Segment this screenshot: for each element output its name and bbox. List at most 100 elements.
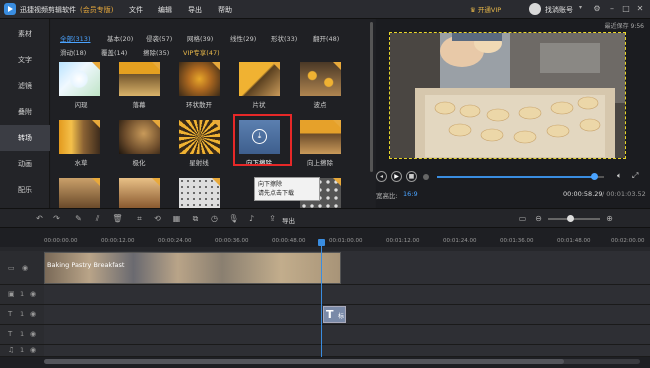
fullscreen-icon[interactable]: ⤢	[632, 171, 638, 181]
loop-icon[interactable]	[423, 174, 429, 180]
export-icon[interactable]: ⇪	[267, 213, 278, 224]
sidebar-item-text[interactable]: 文字	[0, 47, 50, 73]
sidebar-item-filters[interactable]: 滤镜	[0, 73, 50, 99]
prev-frame-button[interactable]: ◂	[376, 171, 387, 182]
timeline-ruler[interactable]: 00:00:00.00 00:00:12.00 00:00:24.00 00:0…	[44, 231, 650, 247]
export-button[interactable]: 导出	[282, 215, 295, 225]
video-clip[interactable]: Baking Pastry Breakfast	[44, 252, 341, 284]
close-icon[interactable]: ✕	[635, 3, 645, 15]
track-number: 1	[20, 290, 25, 298]
minimize-icon[interactable]: –	[607, 3, 617, 15]
vip-button[interactable]: ♛ 开通VIP	[470, 4, 516, 15]
app-logo-icon	[4, 3, 16, 15]
transition-thumb-dots[interactable]	[300, 62, 341, 96]
text-clip[interactable]: T 标	[323, 306, 346, 323]
category-vip[interactable]: VIP专享(47)	[183, 47, 220, 57]
playhead-handle[interactable]	[318, 239, 325, 246]
volume-icon[interactable]: 🔈︎	[617, 171, 622, 181]
chevron-down-icon[interactable]: ▾	[579, 4, 582, 11]
transition-thumb-ring[interactable]	[179, 62, 220, 96]
transition-thumb-partial[interactable]	[59, 178, 100, 208]
transition-thumb-partial[interactable]	[179, 178, 220, 208]
aspect-ratio-label: 宽高比:	[376, 192, 398, 200]
transition-thumb-partial[interactable]	[119, 178, 160, 208]
transition-thumb-flash[interactable]	[59, 62, 100, 96]
settings-icon[interactable]: ⚙	[592, 3, 602, 15]
timeline-scrollbar-thumb[interactable]	[44, 359, 564, 364]
ruler-tick: 00:01:24.00	[443, 238, 477, 244]
audio-icon[interactable]: ♪	[246, 213, 257, 224]
fit-timeline-icon[interactable]: ▭	[517, 213, 528, 224]
aspect-ratio-value[interactable]: 16:9	[403, 190, 418, 198]
zoom-in-icon[interactable]: ⊕	[604, 213, 615, 224]
text-track[interactable]: T 标	[44, 305, 650, 325]
stop-button[interactable]: ■	[406, 171, 417, 182]
category-grid[interactable]: 网格(39)	[187, 33, 213, 43]
microphone-icon[interactable]: 🎙︎	[228, 213, 239, 224]
category-flip[interactable]: 翻开(48)	[313, 33, 339, 43]
sidebar-item-music[interactable]: 配乐	[0, 177, 50, 203]
redo-icon[interactable]: ↷	[51, 213, 62, 224]
subtitle-track[interactable]	[44, 325, 650, 345]
eye-icon[interactable]: ◉	[30, 346, 36, 354]
preview-progress-knob[interactable]	[590, 173, 598, 180]
preview-progress-track[interactable]	[437, 173, 604, 180]
category-slide[interactable]: 滑动(18)	[60, 47, 86, 57]
category-shape[interactable]: 形状(33)	[271, 33, 297, 43]
video-track[interactable]: Baking Pastry Breakfast	[44, 251, 650, 285]
audio-track-icon: ▣	[8, 290, 15, 298]
transition-thumb-starburst[interactable]	[179, 120, 220, 154]
sidebar-item-animation[interactable]: 动画	[0, 151, 50, 177]
mosaic-icon[interactable]: ▦	[171, 213, 182, 224]
transition-thumb-sheet[interactable]	[239, 62, 280, 96]
edit-icon[interactable]: ✎	[73, 213, 84, 224]
category-all[interactable]: 全部(313)	[60, 33, 90, 43]
maximize-icon[interactable]: □	[621, 3, 631, 15]
music-track[interactable]	[44, 345, 650, 357]
avatar[interactable]	[529, 3, 541, 15]
account-label[interactable]: 找淌账号	[545, 5, 573, 15]
transition-label: 片状	[252, 101, 266, 109]
split-icon[interactable]: ⫽	[92, 213, 103, 224]
transition-tooltip: 向下擦除 请先点击下载	[254, 177, 320, 201]
category-linear[interactable]: 线性(29)	[230, 33, 256, 43]
freeze-icon[interactable]: ⧉	[190, 213, 201, 224]
video-preview[interactable]	[389, 32, 626, 159]
eye-icon[interactable]: ◉	[30, 330, 36, 338]
transition-thumb-curtain[interactable]	[119, 62, 160, 96]
delete-icon[interactable]: 🗑︎	[112, 213, 123, 224]
sidebar-item-transitions[interactable]: 转场	[0, 125, 50, 151]
sidebar-item-media[interactable]: 素材	[0, 21, 50, 47]
category-cover[interactable]: 覆盖(14)	[101, 47, 127, 57]
transition-thumb-polar[interactable]	[119, 120, 160, 154]
menu-help[interactable]: 帮助	[218, 5, 232, 15]
eye-icon[interactable]: ◉	[30, 310, 36, 318]
menu-export[interactable]: 导出	[188, 5, 202, 15]
category-invade[interactable]: 侵袭(57)	[146, 33, 172, 43]
library-scrollbar[interactable]	[370, 22, 373, 172]
menu-edit[interactable]: 编辑	[158, 5, 172, 15]
text-clip-label: 标	[338, 313, 345, 320]
zoom-slider-knob[interactable]	[567, 215, 574, 222]
overlay-track[interactable]	[44, 285, 650, 305]
menu-file[interactable]: 文件	[129, 5, 143, 15]
current-time: 00:00:58.29	[563, 190, 603, 198]
eye-icon[interactable]: ◉	[30, 290, 36, 298]
zoom-slider[interactable]	[548, 215, 600, 222]
zoom-out-icon[interactable]: ⊖	[533, 213, 544, 224]
playhead[interactable]	[321, 239, 322, 357]
rotate-icon[interactable]: ⟲	[152, 213, 163, 224]
transition-thumb-wipe-up[interactable]	[300, 120, 341, 154]
category-basic[interactable]: 基本(20)	[107, 33, 133, 43]
ruler-tick: 00:00:48.00	[272, 238, 306, 244]
eye-icon[interactable]: ◉	[22, 264, 28, 272]
transition-thumb-water[interactable]	[59, 120, 100, 154]
undo-icon[interactable]: ↶	[34, 213, 45, 224]
sidebar-item-overlay[interactable]: 叠附	[0, 99, 50, 125]
speed-icon[interactable]: ◷	[209, 213, 220, 224]
ruler-tick: 00:01:12.00	[386, 238, 420, 244]
category-wipe[interactable]: 擦除(35)	[143, 47, 169, 57]
timeline-scrollbar[interactable]	[44, 359, 640, 364]
play-button[interactable]: ▶	[391, 171, 402, 182]
crop-icon[interactable]: ⌗	[134, 213, 145, 224]
